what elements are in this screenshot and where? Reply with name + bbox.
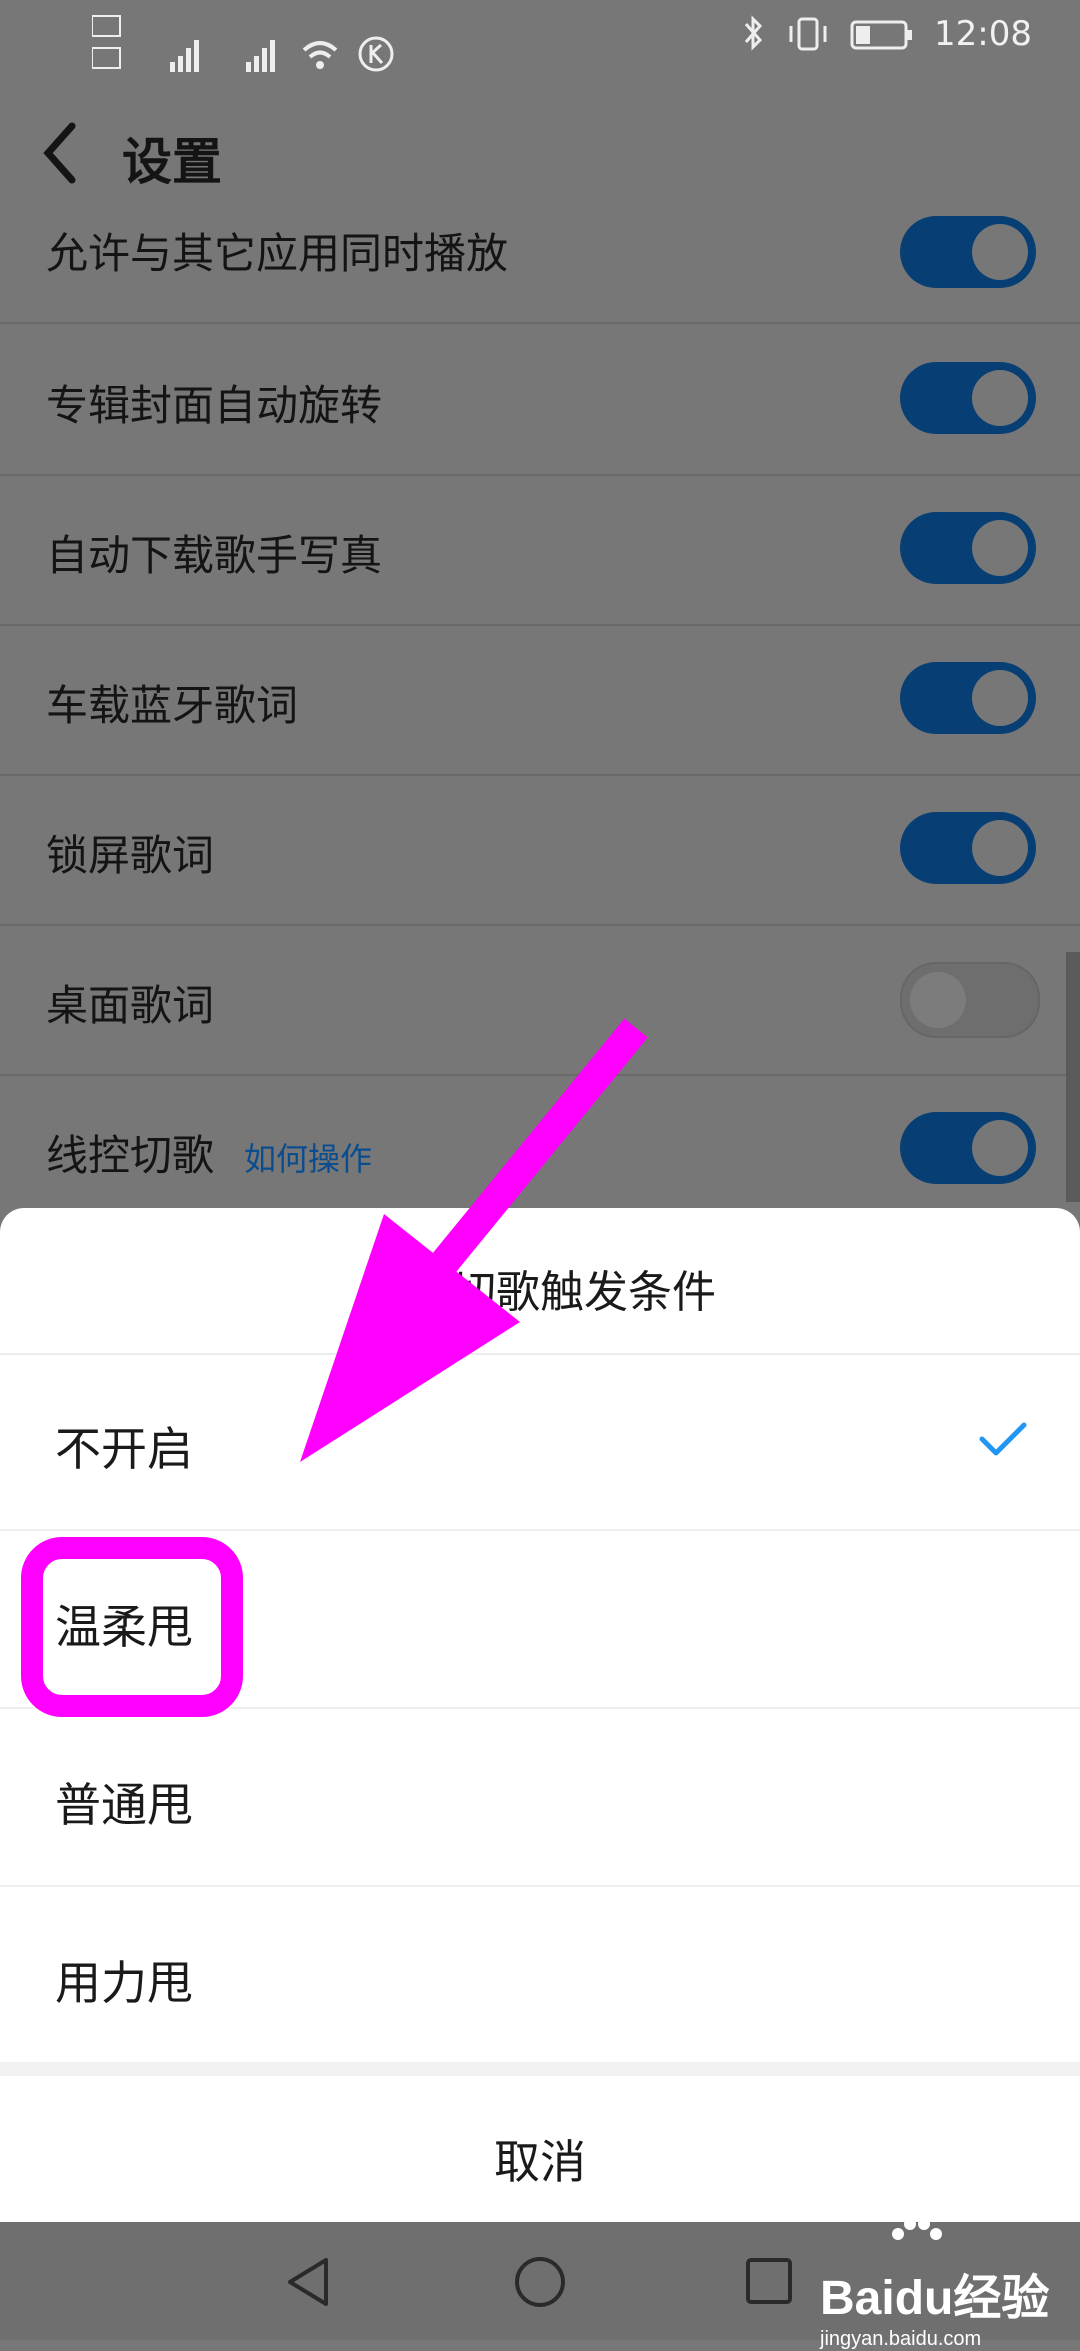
setting-row-wire-control[interactable]: 线控切歌 如何操作 <box>0 1074 1080 1224</box>
toggle-switch[interactable] <box>900 812 1036 884</box>
setting-row-cover-rotate[interactable]: 专辑封面自动旋转 <box>0 324 1080 476</box>
how-to-link[interactable]: 如何操作 <box>244 1140 372 1178</box>
setting-row-desktop-lyrics[interactable]: 桌面歌词 <box>0 924 1080 1076</box>
setting-row-lockscreen-lyrics[interactable]: 锁屏歌词 <box>0 774 1080 926</box>
toggle-knob <box>910 972 966 1028</box>
scrollbar[interactable] <box>1066 952 1080 1202</box>
bluetooth-icon <box>744 15 763 51</box>
toggle-knob <box>972 224 1028 280</box>
signal-4g-icon-2 <box>246 40 275 72</box>
wifi-icon <box>302 41 338 69</box>
status-right: 12:08 <box>742 14 1032 54</box>
setting-label: 自动下载歌手写真 <box>46 531 383 580</box>
toggle-knob <box>972 520 1028 576</box>
dual-sim-hd-icon <box>92 15 121 69</box>
toggle-switch[interactable] <box>900 662 1036 734</box>
nav-recents-icon[interactable] <box>744 2256 794 2306</box>
status-indicators <box>92 14 396 74</box>
sheet-gap <box>0 2062 1080 2076</box>
battery-icon <box>850 20 913 50</box>
option-normal-shake[interactable]: 普通甩 <box>0 1711 1080 1887</box>
cancel-button[interactable]: 取消 <box>0 2076 1080 2222</box>
toggle-switch[interactable] <box>900 216 1036 288</box>
nav-home-icon[interactable] <box>512 2254 568 2310</box>
toggle-knob <box>972 370 1028 426</box>
toggle-switch[interactable] <box>900 962 1040 1038</box>
status-time: 12:08 <box>934 14 1032 54</box>
option-label: 用力甩 <box>55 1956 193 2010</box>
signal-4g-icon-1 <box>170 40 199 72</box>
k-app-icon <box>358 36 394 72</box>
option-gentle-shake[interactable]: 温柔甩 <box>0 1533 1080 1709</box>
divider <box>0 1707 1080 1709</box>
option-label: 普通甩 <box>55 1778 193 1832</box>
status-bar: 12:08 <box>0 0 1080 80</box>
nav-back-icon[interactable] <box>284 2256 334 2308</box>
option-label: 不开启 <box>55 1422 193 1476</box>
toggle-switch[interactable] <box>900 362 1036 434</box>
setting-label: 车载蓝牙歌词 <box>46 681 299 730</box>
setting-label: 锁屏歌词 <box>46 831 215 880</box>
watermark-brand: Baidu经验 <box>820 2272 1050 2325</box>
divider <box>0 1529 1080 1531</box>
setting-row-car-bluetooth-lyrics[interactable]: 车载蓝牙歌词 <box>0 624 1080 776</box>
trigger-condition-sheet: 选择切歌触发条件 不开启 温柔甩 普通甩 用力甩 <box>0 1208 1080 2074</box>
toggle-switch[interactable] <box>900 1112 1036 1184</box>
setting-row-artist-photos[interactable]: 自动下载歌手写真 <box>0 474 1080 626</box>
cancel-label: 取消 <box>494 2135 586 2189</box>
setting-row-simultaneous-playback[interactable]: 允许与其它应用同时播放 <box>0 172 1080 324</box>
paw-icon <box>892 2218 942 2240</box>
setting-label: 专辑封面自动旋转 <box>46 381 383 430</box>
divider <box>0 1885 1080 1887</box>
sheet-title: 选择切歌触发条件 <box>364 1267 716 1318</box>
toggle-knob <box>972 820 1028 876</box>
baidu-watermark: Baidu经验 jingyan.baidu.com <box>820 2218 1050 2351</box>
setting-label: 线控切歌 <box>46 1131 215 1180</box>
toggle-knob <box>972 670 1028 726</box>
vibrate-icon <box>789 17 827 51</box>
option-label: 温柔甩 <box>55 1600 193 1654</box>
option-off[interactable]: 不开启 <box>0 1355 1080 1531</box>
setting-label: 桌面歌词 <box>46 981 215 1030</box>
toggle-knob <box>972 1120 1028 1176</box>
option-strong-shake[interactable]: 用力甩 <box>0 1889 1080 2065</box>
toggle-switch[interactable] <box>900 512 1036 584</box>
setting-label: 允许与其它应用同时播放 <box>46 229 509 278</box>
check-icon <box>979 1422 1027 1456</box>
setting-label-wrap: 线控切歌 如何操作 <box>46 1122 372 1183</box>
